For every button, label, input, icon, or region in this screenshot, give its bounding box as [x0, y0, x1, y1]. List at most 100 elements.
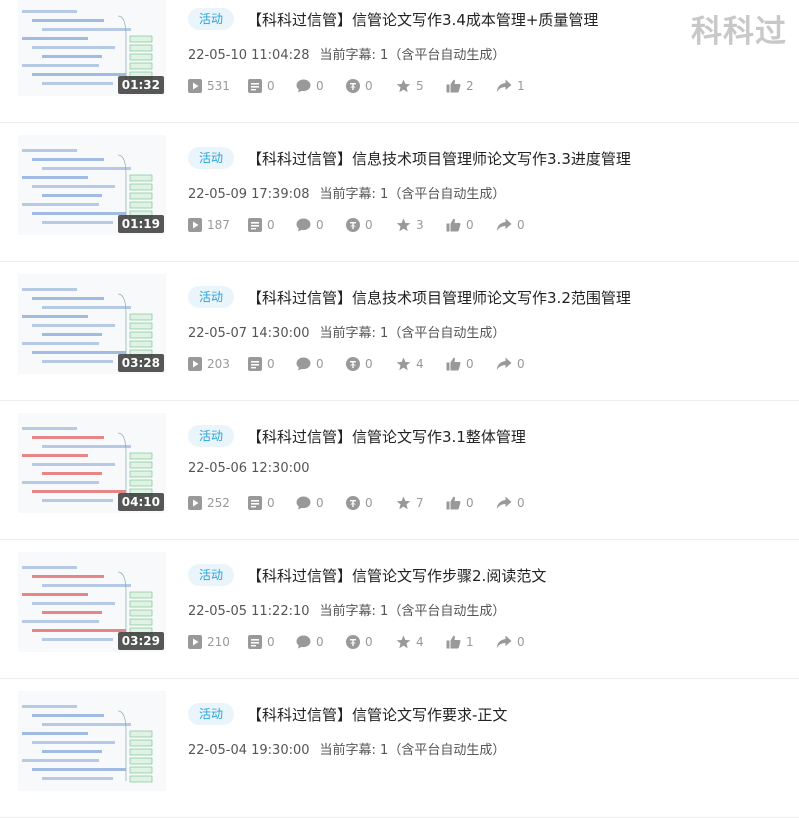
activity-badge[interactable]: 活动: [188, 286, 235, 308]
favorites-count: 4: [416, 357, 424, 371]
danmaku-count: 0: [267, 357, 275, 371]
danmaku-count: 0: [267, 79, 275, 93]
stat-coins: 0: [346, 635, 396, 649]
video-duration: 03:29: [117, 632, 164, 650]
video-meta: 22-05-04 19:30:00 当前字幕: 1（含平台自动生成）: [188, 739, 505, 758]
stat-plays: 531: [188, 79, 248, 93]
video-list-item[interactable]: 01:19 活动 【科科过信管】信息技术项目管理师论文写作3.3进度管理 22-…: [0, 123, 799, 262]
coins-count: 0: [365, 79, 373, 93]
stat-favorites: 4: [396, 357, 446, 371]
stat-favorites: 4: [396, 635, 446, 649]
danmaku-icon: [248, 496, 262, 510]
stat-danmaku: 0: [248, 357, 296, 371]
video-list-item[interactable]: 01:32 活动 【科科过信管】信管论文写作3.4成本管理+质量管理 22-05…: [0, 0, 799, 123]
video-list-item[interactable]: 04:10 活动 【科科过信管】信管论文写作3.1整体管理 22-05-06 1…: [0, 401, 799, 540]
activity-badge[interactable]: 活动: [188, 703, 235, 725]
video-title[interactable]: 【科科过信管】信管论文写作3.1整体管理: [247, 426, 526, 447]
danmaku-icon: [248, 357, 262, 371]
video-list-item[interactable]: 03:29 活动 【科科过信管】信管论文写作步骤2.阅读范文 22-05-05 …: [0, 540, 799, 679]
publish-time: 22-05-06 12:30:00: [188, 461, 310, 476]
star-icon: [396, 218, 411, 232]
activity-badge[interactable]: 活动: [188, 8, 235, 30]
danmaku-count: 0: [267, 496, 275, 510]
comment-icon: [296, 496, 311, 510]
share-icon: [496, 635, 512, 648]
activity-badge[interactable]: 活动: [188, 564, 235, 586]
video-stats: 252 0 0 0 7 0 0: [188, 496, 546, 510]
publish-time: 22-05-07 14:30:00: [188, 326, 310, 341]
coins-count: 0: [365, 218, 373, 232]
stat-shares: 0: [496, 496, 546, 510]
video-thumbnail[interactable]: 01:19: [18, 135, 166, 235]
publish-time: 22-05-09 17:39:08: [188, 187, 310, 202]
stat-shares: 0: [496, 218, 546, 232]
comments-count: 0: [316, 635, 324, 649]
video-title[interactable]: 【科科过信管】信管论文写作3.4成本管理+质量管理: [247, 9, 598, 30]
comments-count: 0: [316, 218, 324, 232]
stat-comments: 0: [296, 218, 346, 232]
comments-count: 0: [316, 79, 324, 93]
danmaku-count: 0: [267, 218, 275, 232]
like-icon: [446, 496, 461, 510]
share-icon: [496, 79, 512, 92]
plays-count: 203: [207, 357, 230, 371]
coin-icon: [346, 357, 360, 371]
stat-plays: 187: [188, 218, 248, 232]
video-thumbnail[interactable]: 01:32: [18, 0, 166, 96]
video-stats: 531 0 0 0 5 2 1: [188, 79, 546, 93]
video-duration: 01:32: [117, 76, 164, 94]
activity-badge[interactable]: 活动: [188, 425, 235, 447]
favorites-count: 7: [416, 496, 424, 510]
stat-danmaku: 0: [248, 496, 296, 510]
stat-coins: 0: [346, 496, 396, 510]
video-meta: 22-05-05 11:22:10 当前字幕: 1（含平台自动生成）: [188, 600, 505, 619]
video-meta: 22-05-09 17:39:08 当前字幕: 1（含平台自动生成）: [188, 183, 505, 202]
plays-count: 252: [207, 496, 230, 510]
video-title[interactable]: 【科科过信管】信息技术项目管理师论文写作3.2范围管理: [247, 287, 631, 308]
like-icon: [446, 635, 461, 649]
subtitle-info: 当前字幕: 1（含平台自动生成）: [319, 604, 506, 619]
stat-danmaku: 0: [248, 218, 296, 232]
play-count-icon: [188, 635, 202, 649]
publish-time: 22-05-05 11:22:10: [188, 604, 310, 619]
video-thumbnail[interactable]: [18, 691, 166, 791]
stat-favorites: 7: [396, 496, 446, 510]
play-count-icon: [188, 496, 202, 510]
danmaku-icon: [248, 79, 262, 93]
stat-likes: 1: [446, 635, 496, 649]
video-duration: 04:10: [117, 493, 164, 511]
shares-count: 0: [517, 635, 525, 649]
subtitle-info: 当前字幕: 1（含平台自动生成）: [319, 187, 506, 202]
video-list: 01:32 活动 【科科过信管】信管论文写作3.4成本管理+质量管理 22-05…: [0, 0, 799, 818]
video-meta: 22-05-06 12:30:00: [188, 461, 320, 476]
coin-icon: [346, 79, 360, 93]
comment-icon: [296, 357, 311, 371]
stat-plays: 203: [188, 357, 248, 371]
video-title[interactable]: 【科科过信管】信管论文写作步骤2.阅读范文: [247, 565, 546, 586]
video-thumbnail[interactable]: 03:29: [18, 552, 166, 652]
coin-icon: [346, 635, 360, 649]
video-title[interactable]: 【科科过信管】信息技术项目管理师论文写作3.3进度管理: [247, 148, 631, 169]
activity-badge[interactable]: 活动: [188, 147, 235, 169]
danmaku-icon: [248, 218, 262, 232]
video-title[interactable]: 【科科过信管】信管论文写作要求-正文: [247, 704, 507, 725]
favorites-count: 5: [416, 79, 424, 93]
comment-icon: [296, 218, 311, 232]
plays-count: 531: [207, 79, 230, 93]
play-count-icon: [188, 79, 202, 93]
stat-plays: 210: [188, 635, 248, 649]
shares-count: 0: [517, 496, 525, 510]
likes-count: 1: [466, 635, 474, 649]
stat-likes: 2: [446, 79, 496, 93]
video-stats: 187 0 0 0 3 0 0: [188, 218, 546, 232]
stat-likes: 0: [446, 357, 496, 371]
subtitle-info: 当前字幕: 1（含平台自动生成）: [319, 743, 506, 758]
share-icon: [496, 357, 512, 370]
likes-count: 2: [466, 79, 474, 93]
video-thumbnail[interactable]: 04:10: [18, 413, 166, 513]
shares-count: 0: [517, 218, 525, 232]
like-icon: [446, 79, 461, 93]
video-list-item[interactable]: 03:28 活动 【科科过信管】信息技术项目管理师论文写作3.2范围管理 22-…: [0, 262, 799, 401]
video-list-item[interactable]: 活动 【科科过信管】信管论文写作要求-正文 22-05-04 19:30:00 当…: [0, 679, 799, 818]
video-thumbnail[interactable]: 03:28: [18, 274, 166, 374]
